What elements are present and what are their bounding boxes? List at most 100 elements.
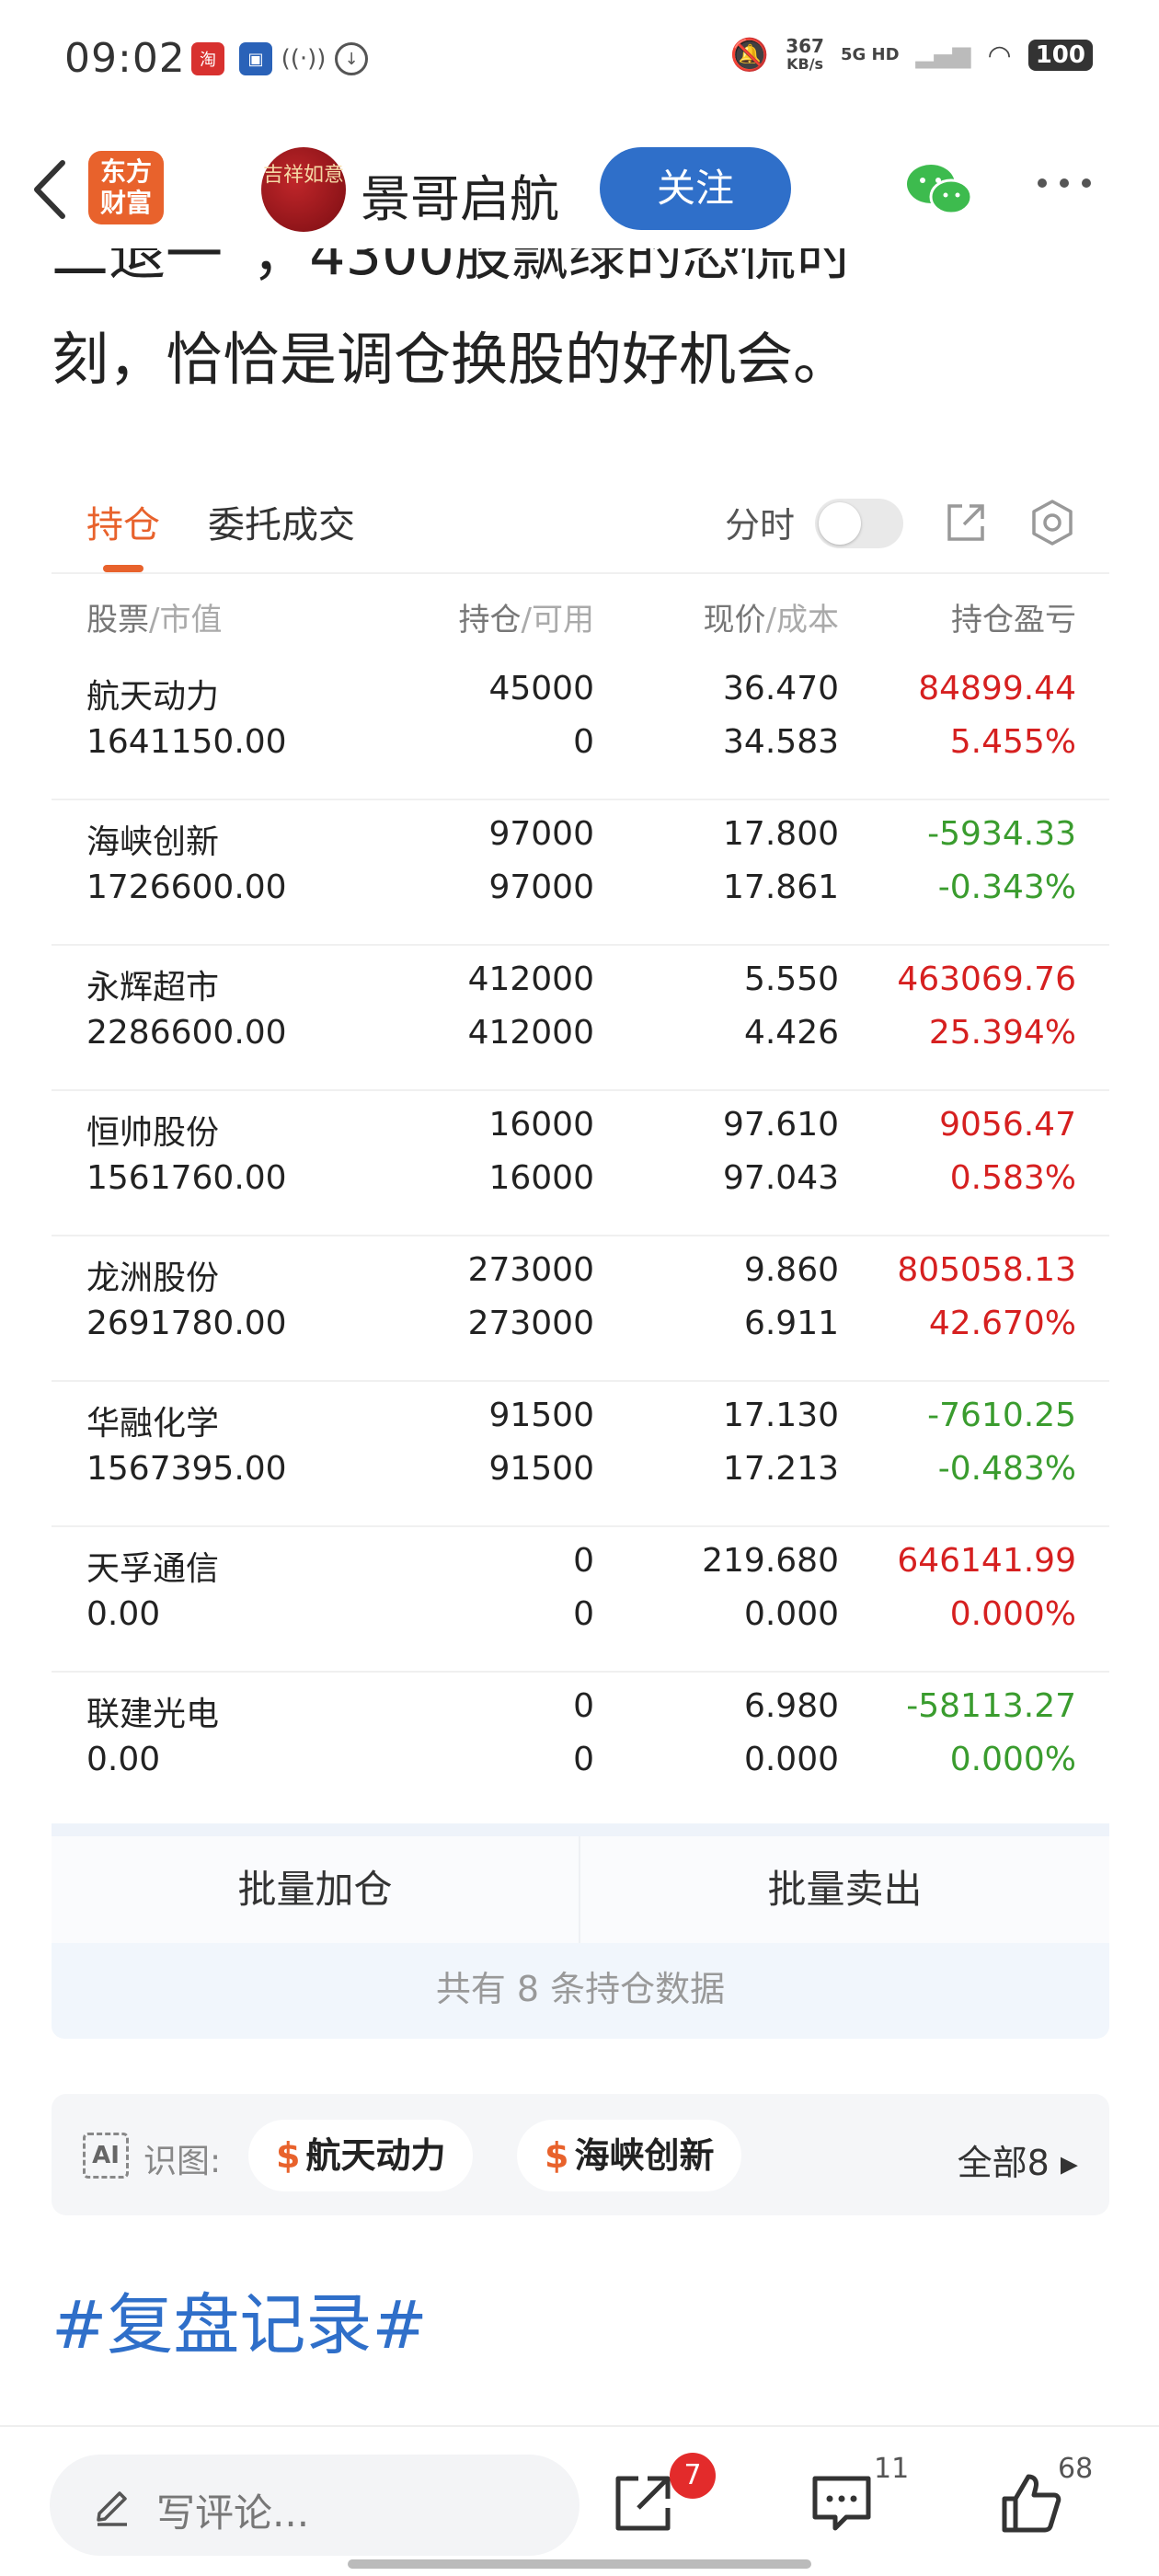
- market-value: 1641150.00: [86, 723, 287, 761]
- table-header: 股票/市值 持仓/可用 现价/成本 持仓盈亏: [52, 578, 1109, 651]
- table-row[interactable]: 海峡创新 1726600.00 97000 97000 17.800 17.86…: [52, 800, 1109, 946]
- network-speed: 367 KB/s: [786, 37, 824, 74]
- hotspot-icon: ((·)): [281, 45, 327, 73]
- table-row[interactable]: 航天动力 1641150.00 45000 0 36.470 34.583 84…: [52, 655, 1109, 800]
- stock-chip-label: 航天动力: [305, 2135, 446, 2176]
- avatar[interactable]: 吉祥如意: [261, 147, 346, 232]
- stock-name: 龙洲股份: [86, 1259, 220, 1297]
- market-value: 2691780.00: [86, 1305, 287, 1342]
- available-qty: 273000: [467, 1305, 594, 1342]
- profit-loss-percent: 5.455%: [949, 723, 1076, 761]
- market-value: 1726600.00: [86, 868, 287, 906]
- status-bar: 09:02 淘 ▣ ((·)) ↓ 🔕 367 KB/s 5G HD ▂▄▆ ◠…: [0, 0, 1159, 120]
- hashtag-link[interactable]: #复盘记录#: [52, 2271, 428, 2367]
- tab-holdings[interactable]: 持仓: [86, 495, 160, 548]
- dollar-icon: $: [276, 2135, 301, 2176]
- profit-loss-percent: 25.394%: [928, 1014, 1076, 1052]
- market-value: 0.00: [86, 1595, 161, 1633]
- show-all-stocks[interactable]: 全部8 ▸: [958, 2134, 1078, 2185]
- comment-input[interactable]: 写评论...: [50, 2455, 580, 2556]
- current-price: 219.680: [702, 1542, 839, 1580]
- table-row[interactable]: 恒帅股份 1561760.00 16000 16000 97.610 97.04…: [52, 1091, 1109, 1236]
- table-row[interactable]: 永辉超市 2286600.00 412000 412000 5.550 4.42…: [52, 946, 1109, 1091]
- header-hold-label: 持仓: [458, 602, 522, 638]
- stock-name: 永辉超市: [86, 969, 220, 1006]
- profit-loss: -7610.25: [927, 1397, 1076, 1434]
- profit-loss: 463069.76: [897, 960, 1076, 998]
- speed-value: 367: [786, 35, 824, 57]
- stock-chip[interactable]: $ 海峡创新: [517, 2120, 742, 2191]
- chevron-left-icon: [34, 160, 65, 219]
- tab-orders[interactable]: 委托成交: [208, 495, 355, 548]
- market-value: 2286600.00: [86, 1014, 287, 1052]
- app-notification-icon-2: ▣: [239, 42, 272, 75]
- more-icon[interactable]: [1038, 178, 1091, 188]
- available-qty: 16000: [488, 1159, 594, 1197]
- back-button[interactable]: [22, 153, 77, 226]
- image-recognition-bar: AI 识图: $ 航天动力 $ 海峡创新 全部8 ▸: [52, 2094, 1109, 2215]
- dollar-icon: $: [545, 2135, 569, 2176]
- profit-loss: 9056.47: [939, 1106, 1076, 1144]
- batch-sell-button[interactable]: 批量卖出: [580, 1836, 1109, 1943]
- table-row[interactable]: 天孚通信 0.00 0 0 219.680 0.000 646141.99 0.…: [52, 1527, 1109, 1673]
- wifi-icon: ◠: [987, 39, 1012, 72]
- hold-qty: 0: [573, 1542, 594, 1580]
- table-row[interactable]: 华融化学 1567395.00 91500 91500 17.130 17.21…: [52, 1382, 1109, 1527]
- comment-icon[interactable]: [809, 2471, 874, 2536]
- header-stock: 股票/市值: [86, 594, 222, 639]
- table-row[interactable]: 联建光电 0.00 0 0 6.980 0.000 -58113.27 0.00…: [52, 1673, 1109, 1818]
- article-line-1: 二退一”，4300股飘绿的恐慌时: [52, 248, 854, 288]
- current-price: 5.550: [743, 960, 839, 998]
- pencil-icon: [97, 2491, 127, 2526]
- cost-price: 4.426: [743, 1014, 839, 1052]
- bottom-action-bar: 写评论... 7 11 68: [0, 2425, 1159, 2576]
- profit-loss: 805058.13: [897, 1251, 1076, 1289]
- portfolio-card: 持仓 委托成交 分时 股票/市值 持仓/可用 现价/成本 持仓盈亏 航天动力 1…: [52, 460, 1109, 2052]
- hold-qty: 16000: [488, 1106, 594, 1144]
- current-price: 17.800: [723, 815, 839, 853]
- share-icon[interactable]: [944, 500, 988, 545]
- author-name[interactable]: 景哥启航: [361, 158, 559, 231]
- home-indicator[interactable]: [348, 2559, 811, 2569]
- ai-scan-icon: AI: [83, 2133, 129, 2179]
- current-price: 9.860: [743, 1251, 839, 1289]
- header-market-value: /市值: [149, 602, 223, 638]
- table-row[interactable]: 龙洲股份 2691780.00 273000 273000 9.860 6.91…: [52, 1236, 1109, 1382]
- current-price: 17.130: [723, 1397, 839, 1434]
- notification-icons: 淘 ▣ ((·)) ↓: [191, 42, 368, 75]
- system-indicators: 🔕 367 KB/s 5G HD ▂▄▆ ◠ 100: [730, 37, 1093, 74]
- header-pl: 持仓盈亏: [951, 602, 1076, 638]
- portfolio-tabs: 持仓 委托成交 分时: [52, 460, 1109, 574]
- settings-icon[interactable]: [1028, 499, 1076, 546]
- available-qty: 0: [573, 1595, 594, 1633]
- profit-loss: -5934.33: [927, 815, 1076, 853]
- stock-name: 联建光电: [86, 1696, 220, 1733]
- speed-unit: KB/s: [786, 55, 824, 73]
- header-stock-label: 股票: [86, 602, 149, 638]
- header-hold: 持仓/可用: [459, 594, 594, 639]
- like-count: 68: [1058, 2453, 1094, 2485]
- signal-icon: ▂▄▆: [915, 41, 971, 69]
- cost-price: 34.583: [723, 723, 839, 761]
- comment-count: 11: [874, 2453, 910, 2485]
- profit-loss-percent: 0.583%: [949, 1159, 1076, 1197]
- app-logo[interactable]: 东方财富: [88, 151, 164, 224]
- mute-icon: 🔕: [729, 37, 770, 74]
- fenshi-label: 分时: [725, 505, 796, 546]
- profit-loss-percent: 0.000%: [949, 1741, 1076, 1778]
- cost-price: 0.000: [743, 1741, 839, 1778]
- battery-icon: 100: [1027, 40, 1093, 71]
- cost-price: 97.043: [723, 1159, 839, 1197]
- thumbs-up-icon[interactable]: [999, 2471, 1063, 2536]
- cost-price: 0.000: [743, 1595, 839, 1633]
- available-qty: 0: [573, 1741, 594, 1778]
- toggle-knob: [819, 502, 861, 545]
- stock-chip[interactable]: $ 航天动力: [248, 2120, 474, 2191]
- profit-loss-percent: 0.000%: [949, 1595, 1076, 1633]
- fenshi-toggle[interactable]: [815, 499, 903, 548]
- batch-add-button[interactable]: 批量加仓: [52, 1836, 580, 1943]
- share-icon[interactable]: [611, 2471, 675, 2536]
- follow-button[interactable]: 关注: [600, 147, 791, 230]
- wechat-icon[interactable]: [905, 162, 975, 217]
- available-qty: 412000: [467, 1014, 594, 1052]
